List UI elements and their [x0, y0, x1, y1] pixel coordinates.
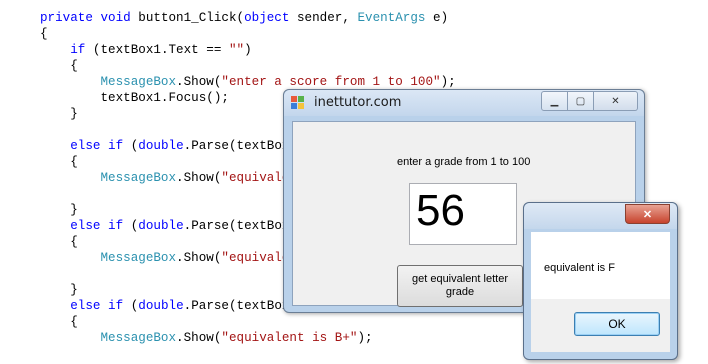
- code-token: object: [244, 11, 297, 25]
- code-token: sender,: [296, 11, 358, 25]
- message-box-titlebar[interactable]: ✕: [524, 203, 677, 229]
- code-token: {: [40, 27, 48, 41]
- code-token: else: [70, 139, 109, 153]
- code-line: else if (double.Parse(textBox1.: [40, 138, 304, 154]
- code-token: );: [357, 331, 373, 345]
- code-token: );: [440, 75, 456, 89]
- code-token: double: [138, 139, 184, 153]
- main-window-titlebar[interactable]: inettutor.com ▁ ▢ ✕: [284, 90, 644, 116]
- code-token: (textBox1.Text ==: [92, 43, 229, 57]
- code-token: MessageBox: [100, 75, 177, 89]
- maximize-button[interactable]: ▢: [568, 91, 594, 111]
- code-token: {: [40, 235, 78, 249]
- window-title: inettutor.com: [314, 95, 402, 110]
- close-icon: ✕: [642, 208, 653, 221]
- code-token: else: [70, 219, 109, 233]
- minimize-button[interactable]: ▁: [541, 91, 568, 111]
- message-box[interactable]: ✕ equivalent is F OK: [523, 202, 678, 360]
- code-token: "enter a score from 1 to 100": [221, 75, 441, 89]
- ok-button[interactable]: OK: [574, 312, 660, 336]
- code-line: MessageBox.Show("equivalent: [40, 250, 304, 266]
- code-token: if: [108, 299, 131, 313]
- code-token: "equivalent is B+": [221, 331, 358, 345]
- code-token: MessageBox: [100, 251, 177, 265]
- message-box-body: equivalent is F: [531, 232, 670, 299]
- code-line: textBox1.Focus();: [40, 90, 229, 106]
- code-line: {: [40, 234, 78, 250]
- code-token: double: [138, 219, 184, 233]
- code-token: if: [108, 219, 131, 233]
- close-button[interactable]: ✕: [594, 91, 638, 111]
- code-token: }: [40, 203, 78, 217]
- code-line: {: [40, 154, 78, 170]
- grade-prompt-label: enter a grade from 1 to 100: [397, 156, 531, 168]
- maximize-icon: ▢: [575, 95, 586, 107]
- code-token: double: [138, 299, 184, 313]
- app-icon: [291, 96, 304, 109]
- code-token: private: [40, 11, 101, 25]
- message-text: equivalent is F: [544, 262, 615, 274]
- code-token: {: [40, 315, 78, 329]
- code-token: }: [40, 283, 78, 297]
- code-line: if (textBox1.Text == ""): [40, 42, 252, 58]
- code-line: else if (double.Parse(textBox1.: [40, 218, 304, 234]
- code-token: .Show(: [176, 251, 222, 265]
- code-line: private void button1_Click(object sender…: [40, 10, 448, 26]
- message-box-close-button[interactable]: ✕: [625, 204, 670, 224]
- code-line: {: [40, 26, 48, 42]
- code-token: if: [108, 139, 131, 153]
- code-line: }: [40, 106, 78, 122]
- code-token: void: [100, 11, 139, 25]
- close-icon: ✕: [611, 95, 620, 107]
- code-token: if: [70, 43, 93, 57]
- code-line: MessageBox.Show("enter a score from 1 to…: [40, 74, 456, 90]
- code-token: MessageBox: [100, 171, 177, 185]
- grade-input-value: 56: [416, 186, 465, 235]
- code-token: textBox1.Focus();: [40, 91, 229, 105]
- code-token: {: [40, 59, 78, 73]
- code-token: .Show(: [176, 331, 222, 345]
- code-token: ): [244, 43, 252, 57]
- code-token: e): [433, 11, 449, 25]
- code-line: {: [40, 58, 78, 74]
- code-line: MessageBox.Show("equivalent: [40, 170, 304, 186]
- code-line: MessageBox.Show("equivalent is B+");: [40, 330, 373, 346]
- code-token: {: [40, 155, 78, 169]
- code-token: else: [70, 299, 109, 313]
- code-line: else if (double.Parse(textBox1.: [40, 298, 304, 314]
- code-token: "": [228, 43, 245, 57]
- message-box-footer: OK: [531, 299, 670, 352]
- code-token: .Show(: [176, 75, 222, 89]
- code-line: {: [40, 314, 78, 330]
- code-line: }: [40, 282, 78, 298]
- code-token: EventArgs: [357, 11, 434, 25]
- code-token: }: [40, 107, 78, 121]
- grade-input[interactable]: 56: [409, 183, 517, 245]
- minimize-icon: ▁: [550, 95, 559, 107]
- get-equivalent-grade-button[interactable]: get equivalent letter grade: [397, 265, 523, 307]
- code-token: MessageBox: [100, 331, 177, 345]
- code-token: button1_Click(: [138, 11, 245, 25]
- code-token: .Show(: [176, 171, 222, 185]
- code-line: }: [40, 202, 78, 218]
